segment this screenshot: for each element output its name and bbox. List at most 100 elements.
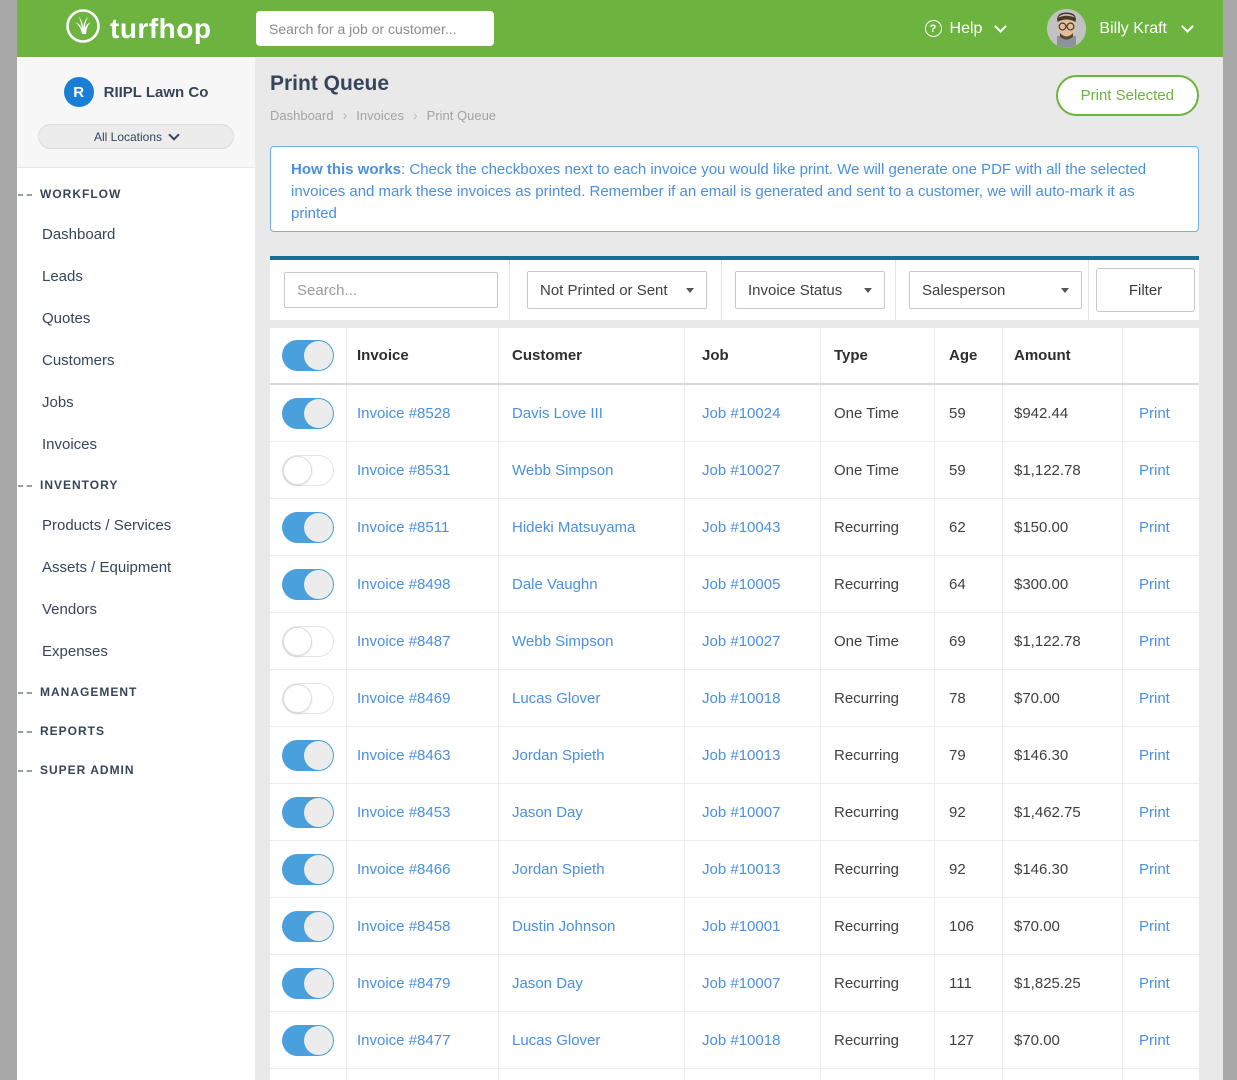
invoice-amount: $300.00 xyxy=(1014,576,1068,593)
select-all-toggle[interactable] xyxy=(282,340,334,371)
row-select-toggle[interactable] xyxy=(282,569,334,600)
invoice-amount: $150.00 xyxy=(1014,519,1068,536)
sidebar-item-assets-equipment[interactable]: Assets / Equipment xyxy=(17,546,255,588)
sidebar-item-jobs[interactable]: Jobs xyxy=(17,381,255,423)
job-link[interactable]: Job #10027 xyxy=(702,462,780,479)
sidebar-item-customers[interactable]: Customers xyxy=(17,339,255,381)
row-select-toggle[interactable] xyxy=(282,1025,334,1056)
sidebar-section-inventory[interactable]: INVENTORY xyxy=(17,465,255,504)
sidebar-section-super-admin[interactable]: SUPER ADMIN xyxy=(17,750,255,789)
row-select-toggle[interactable] xyxy=(282,854,334,885)
invoice-amount: $942.44 xyxy=(1014,405,1068,422)
print-link[interactable]: Print xyxy=(1139,690,1170,707)
customer-link[interactable]: Hideki Matsuyama xyxy=(512,519,635,536)
sidebar-item-expenses[interactable]: Expenses xyxy=(17,630,255,672)
print-link[interactable]: Print xyxy=(1139,918,1170,935)
invoice-amount: $70.00 xyxy=(1014,1032,1060,1049)
customer-link[interactable]: Lucas Glover xyxy=(512,1032,600,1049)
invoice-link[interactable]: Invoice #8531 xyxy=(357,462,450,479)
job-link[interactable]: Job #10043 xyxy=(702,519,780,536)
print-link[interactable]: Print xyxy=(1139,804,1170,821)
row-select-toggle[interactable] xyxy=(282,455,334,486)
print-link[interactable]: Print xyxy=(1139,1032,1170,1049)
invoice-link[interactable]: Invoice #8458 xyxy=(357,918,450,935)
print-link[interactable]: Print xyxy=(1139,405,1170,422)
print-link[interactable]: Print xyxy=(1139,861,1170,878)
invoice-status-select[interactable]: Invoice Status xyxy=(735,271,885,309)
customer-link[interactable]: Jordan Spieth xyxy=(512,861,605,878)
row-select-toggle[interactable] xyxy=(282,512,334,543)
user-name[interactable]: Billy Kraft xyxy=(1099,20,1167,38)
customer-link[interactable]: Dustin Johnson xyxy=(512,918,615,935)
help-menu[interactable]: ? Help xyxy=(925,20,1006,38)
user-avatar[interactable] xyxy=(1047,9,1086,48)
invoice-link[interactable]: Invoice #8477 xyxy=(357,1032,450,1049)
invoice-link[interactable]: Invoice #8511 xyxy=(357,519,449,536)
print-link[interactable]: Print xyxy=(1139,519,1170,536)
print-link[interactable]: Print xyxy=(1139,576,1170,593)
invoice-link[interactable]: Invoice #8453 xyxy=(357,804,450,821)
row-select-toggle[interactable] xyxy=(282,797,334,828)
job-link[interactable]: Job #10001 xyxy=(702,918,780,935)
sidebar-section-reports[interactable]: REPORTS xyxy=(17,711,255,750)
row-select-toggle[interactable] xyxy=(282,740,334,771)
job-link[interactable]: Job #10005 xyxy=(702,576,780,593)
sidebar-section-workflow[interactable]: WORKFLOW xyxy=(17,174,255,213)
left-scrollbar[interactable] xyxy=(0,0,17,1080)
customer-link[interactable]: Jason Day xyxy=(512,975,583,992)
job-link[interactable]: Job #10018 xyxy=(702,690,780,707)
invoice-link[interactable]: Invoice #8528 xyxy=(357,405,450,422)
breadcrumb-dashboard[interactable]: Dashboard xyxy=(270,108,334,123)
customer-link[interactable]: Jason Day xyxy=(512,804,583,821)
sidebar-section-management[interactable]: MANAGEMENT xyxy=(17,672,255,711)
row-select-toggle[interactable] xyxy=(282,683,334,714)
sidebar-item-invoices[interactable]: Invoices xyxy=(17,423,255,465)
customer-link[interactable]: Lucas Glover xyxy=(512,690,600,707)
sidebar-item-quotes[interactable]: Quotes xyxy=(17,297,255,339)
invoice-link[interactable]: Invoice #8498 xyxy=(357,576,450,593)
turfhop-logo[interactable]: turfhop xyxy=(65,0,211,57)
job-link[interactable]: Job #10013 xyxy=(702,861,780,878)
filter-button[interactable]: Filter xyxy=(1096,268,1195,312)
sidebar-section-label: REPORTS xyxy=(40,724,105,738)
chevron-down-icon[interactable] xyxy=(1181,20,1194,33)
invoice-link[interactable]: Invoice #8466 xyxy=(357,861,450,878)
job-link[interactable]: Job #10027 xyxy=(702,633,780,650)
customer-link[interactable]: Jordan Spieth xyxy=(512,747,605,764)
sidebar-item-dashboard[interactable]: Dashboard xyxy=(17,213,255,255)
location-selector[interactable]: All Locations xyxy=(38,124,234,149)
print-link[interactable]: Print xyxy=(1139,462,1170,479)
invoice-age: 59 xyxy=(949,462,966,479)
right-scrollbar[interactable] xyxy=(1223,0,1237,1080)
table-search-input[interactable] xyxy=(284,272,498,308)
job-link[interactable]: Job #10013 xyxy=(702,747,780,764)
sidebar-item-vendors[interactable]: Vendors xyxy=(17,588,255,630)
job-link[interactable]: Job #10007 xyxy=(702,804,780,821)
customer-link[interactable]: Webb Simpson xyxy=(512,462,613,479)
print-link[interactable]: Print xyxy=(1139,747,1170,764)
job-link[interactable]: Job #10024 xyxy=(702,405,780,422)
global-search-input[interactable] xyxy=(256,11,494,46)
row-select-toggle[interactable] xyxy=(282,398,334,429)
row-select-toggle[interactable] xyxy=(282,626,334,657)
print-link[interactable]: Print xyxy=(1139,975,1170,992)
job-link[interactable]: Job #10007 xyxy=(702,975,780,992)
print-selected-button[interactable]: Print Selected xyxy=(1056,75,1199,116)
breadcrumb-invoices[interactable]: Invoices xyxy=(356,108,404,123)
print-link[interactable]: Print xyxy=(1139,633,1170,650)
sidebar-item-leads[interactable]: Leads xyxy=(17,255,255,297)
printed-status-select[interactable]: Not Printed or Sent xyxy=(527,271,707,309)
invoice-link[interactable]: Invoice #8463 xyxy=(357,747,450,764)
sidebar-item-products-services[interactable]: Products / Services xyxy=(17,504,255,546)
job-link[interactable]: Job #10018 xyxy=(702,1032,780,1049)
invoice-link[interactable]: Invoice #8469 xyxy=(357,690,450,707)
row-select-toggle[interactable] xyxy=(282,911,334,942)
customer-link[interactable]: Webb Simpson xyxy=(512,633,613,650)
customer-link[interactable]: Dale Vaughn xyxy=(512,576,598,593)
invoice-link[interactable]: Invoice #8479 xyxy=(357,975,450,992)
row-select-toggle[interactable] xyxy=(282,968,334,999)
salesperson-select[interactable]: Salesperson xyxy=(909,271,1082,309)
sidebar-section-label: MANAGEMENT xyxy=(40,685,137,699)
invoice-link[interactable]: Invoice #8487 xyxy=(357,633,450,650)
customer-link[interactable]: Davis Love III xyxy=(512,405,603,422)
